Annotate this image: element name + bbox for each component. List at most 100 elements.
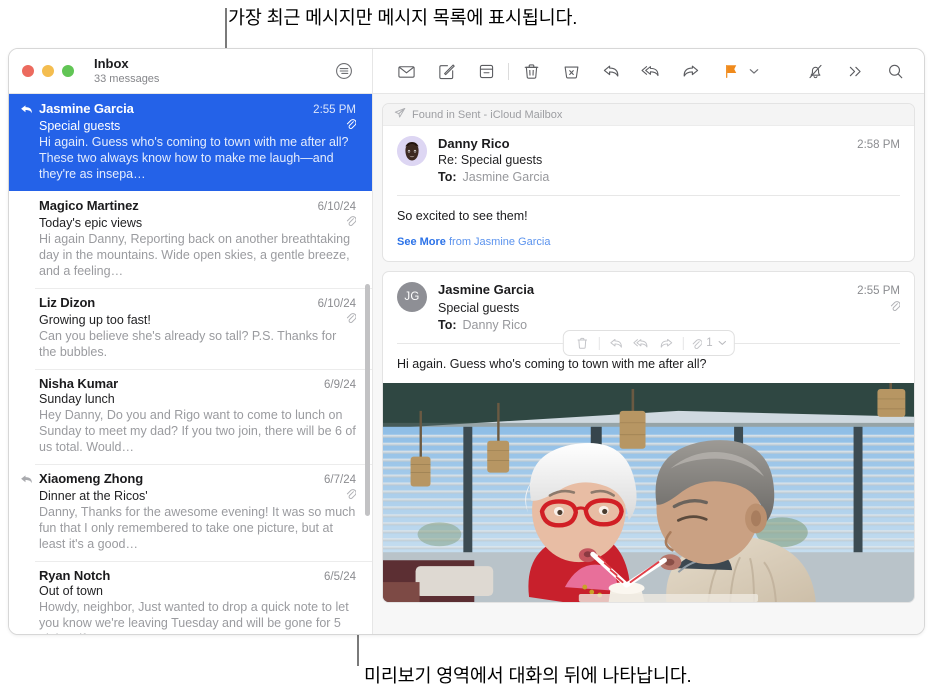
message-sender: Nisha Kumar (39, 376, 119, 391)
message-preview: Hey Danny, Do you and Rigo want to come … (39, 408, 356, 454)
see-more-link[interactable]: See More (397, 236, 446, 248)
pill-separator (598, 336, 600, 350)
message-card-header-row1: Jasmine Garcia 2:55 PM (438, 282, 900, 297)
message-list-item[interactable]: Magico Martinez 6/10/24 Today's epic vie… (9, 191, 372, 288)
trash-icon[interactable] (516, 58, 546, 84)
message-subject: Growing up too fast! (39, 313, 151, 327)
envelope-icon[interactable] (391, 58, 421, 84)
message-list-item[interactable]: Jasmine Garcia 2:55 PM Special guests Hi… (9, 94, 372, 191)
message-preview: Danny, Thanks for the awesome evening! I… (39, 505, 356, 551)
forward-icon[interactable] (654, 332, 677, 354)
message-recipients: To: Jasmine Garcia (438, 170, 900, 184)
archive-icon[interactable] (471, 58, 501, 84)
message-sender-name: Jasmine Garcia (438, 281, 535, 297)
message-quick-actions-toolbar[interactable]: 1 (562, 330, 735, 357)
message-card-header: JG Jasmine Garcia 2:55 PM Special guests (383, 272, 914, 332)
minimize-window-button[interactable] (42, 65, 54, 77)
to-value[interactable]: Danny Rico (463, 318, 528, 332)
junk-bin-icon[interactable] (556, 58, 586, 84)
reply-icon[interactable] (604, 332, 627, 354)
message-date: 6/9/24 (324, 379, 356, 391)
reply-icon[interactable] (596, 58, 626, 84)
to-label: To: (438, 317, 457, 332)
window-body: Jasmine Garcia 2:55 PM Special guests Hi… (9, 94, 924, 634)
toolbar-left-section: Inbox 33 messages (9, 49, 373, 93)
message-date: 6/5/24 (324, 571, 356, 583)
conversation-message-card[interactable]: JG Jasmine Garcia 2:55 PM Special guests (382, 270, 915, 603)
chevron-down-icon[interactable] (718, 339, 727, 348)
message-date: 6/7/24 (324, 474, 356, 486)
found-in-mailbox-banner: Found in Sent - iCloud Mailbox (383, 104, 914, 126)
toolbar-separator (508, 62, 509, 80)
toolbar-right-section (373, 49, 924, 93)
forward-icon[interactable] (676, 58, 706, 84)
traffic-light-controls (9, 65, 74, 77)
message-row-line2: Out of town (39, 584, 356, 598)
flag-icon[interactable] (716, 58, 746, 84)
message-preview-pane: Found in Sent - iCloud Mailbox Danny Ric… (373, 94, 924, 634)
message-date: 6/10/24 (317, 201, 356, 213)
message-attachment-photo[interactable] (383, 382, 914, 602)
replied-arrow-icon (20, 103, 33, 116)
bell-slash-icon[interactable] (800, 58, 830, 84)
found-in-label: Found in Sent - iCloud Mailbox (412, 108, 563, 121)
mailbox-title: Inbox (94, 55, 129, 71)
zoom-window-button[interactable] (62, 65, 74, 77)
message-body-text: So excited to see them! (397, 209, 528, 223)
bottom-callout-text: 미리보기 영역에서 대화의 뒤에 나타납니다. (364, 665, 692, 686)
message-subject: Special guests (438, 300, 520, 315)
message-card-header-row1: Danny Rico 2:58 PM (438, 136, 900, 151)
conversation-message-card[interactable]: Found in Sent - iCloud Mailbox Danny Ric… (382, 103, 915, 262)
message-row-line1: Nisha Kumar 6/9/24 (39, 376, 356, 391)
message-sender: Magico Martinez (39, 198, 139, 213)
message-sender-name: Danny Rico (438, 136, 510, 151)
message-card-header: Danny Rico 2:58 PM Re: Special guests To… (383, 126, 914, 184)
message-preview: Can you believe she's already so tall? P… (39, 329, 337, 359)
message-list-item[interactable]: Xiaomeng Zhong 6/7/24 Dinner at the Rico… (9, 464, 372, 561)
message-card-divider: 1 (397, 330, 900, 357)
paperclip-icon (345, 487, 357, 500)
message-subject: Special guests (39, 119, 121, 133)
paperclip-icon (345, 311, 357, 324)
message-list[interactable]: Jasmine Garcia 2:55 PM Special guests Hi… (9, 94, 373, 634)
message-preview: Hi again Danny, Reporting back on anothe… (39, 232, 351, 278)
chevron-down-icon[interactable] (746, 58, 761, 84)
replied-arrow-icon (20, 473, 33, 486)
message-list-item[interactable]: Nisha Kumar 6/9/24 Sunday lunch Hey Dann… (9, 369, 372, 464)
see-more-suffix: from Jasmine Garcia (445, 235, 551, 248)
message-card-header-main: Danny Rico 2:58 PM Re: Special guests To… (438, 136, 900, 184)
message-row-line2: Growing up too fast! (39, 311, 357, 327)
message-card-header-row2: Special guests (438, 299, 901, 315)
message-row-line1: Magico Martinez 6/10/24 (39, 198, 356, 213)
message-date: 6/10/24 (317, 298, 356, 310)
avatar (397, 136, 427, 166)
message-list-item[interactable]: Ryan Notch 6/5/24 Out of town Howdy, nei… (9, 561, 372, 634)
message-list-scrollbar[interactable] (365, 284, 370, 516)
compose-icon[interactable] (431, 58, 461, 84)
paperclip-icon (889, 299, 901, 312)
sort-icon[interactable] (334, 61, 354, 81)
reply-all-icon[interactable] (636, 58, 666, 84)
diner-photo-illustration (383, 382, 914, 602)
mailbox-header: Inbox 33 messages (94, 55, 159, 86)
message-list-item[interactable]: Liz Dizon 6/10/24 Growing up too fast! C… (9, 288, 372, 369)
top-callout-text: 가장 최근 메시지만 메시지 목록에 표시됩니다. (228, 7, 578, 28)
message-row-line1: Jasmine Garcia 2:55 PM (39, 101, 356, 116)
message-row-line2: Sunday lunch (39, 392, 356, 406)
paperclip-icon[interactable] (688, 332, 703, 354)
message-subject: Dinner at the Ricos' (39, 489, 148, 503)
message-sender: Xiaomeng Zhong (39, 471, 144, 486)
double-chevron-right-icon[interactable] (840, 58, 870, 84)
close-window-button[interactable] (22, 65, 34, 77)
to-value[interactable]: Jasmine Garcia (463, 170, 550, 184)
message-card-header-main: Jasmine Garcia 2:55 PM Special guests To… (438, 282, 901, 332)
see-more-row[interactable]: See More from Jasmine Garcia (383, 225, 914, 261)
search-icon[interactable] (880, 58, 910, 84)
trash-icon[interactable] (570, 332, 593, 354)
message-row-line1: Liz Dizon 6/10/24 (39, 295, 356, 310)
attachment-count: 1 (706, 337, 713, 350)
message-preview: Hi again. Guess who's coming to town wit… (39, 135, 349, 181)
window-toolbar: Inbox 33 messages (9, 49, 924, 94)
reply-all-icon[interactable] (629, 332, 652, 354)
message-row-line2: Today's epic views (39, 214, 357, 230)
